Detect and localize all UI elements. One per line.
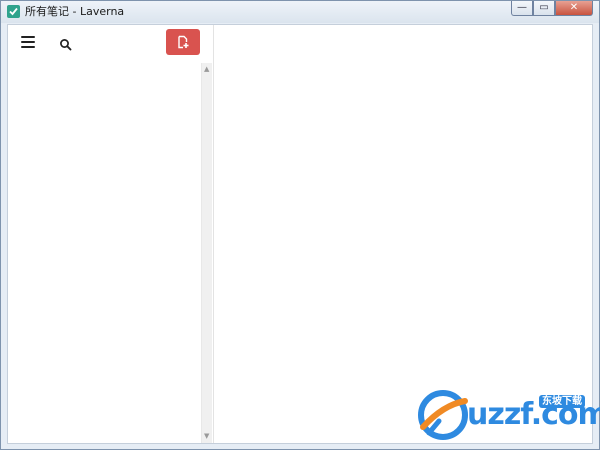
scroll-up-arrow-icon[interactable]: ▲ [204, 65, 209, 73]
notes-sidebar: ▲ ▼ [8, 25, 213, 443]
maximize-button[interactable]: ▭ [533, 1, 555, 16]
new-note-button[interactable] [166, 29, 200, 55]
laverna-app-icon [7, 5, 20, 18]
new-note-icon [178, 35, 189, 49]
window-title: 所有笔记 - Laverna [25, 5, 125, 18]
note-content-pane[interactable] [214, 25, 592, 443]
close-button[interactable]: ✕ [555, 1, 593, 16]
hamburger-menu-icon[interactable] [21, 36, 35, 50]
uzzf-watermark: uzzf.com 东坡下载 [415, 385, 600, 445]
sidebar-toolbar [8, 25, 213, 63]
scroll-down-arrow-icon[interactable]: ▼ [204, 432, 209, 440]
uzzf-logo-icon [418, 390, 468, 440]
app-window: 所有笔记 - Laverna — ▭ ✕ ▲ ▼ [0, 0, 600, 450]
window-controls: — ▭ ✕ [511, 1, 593, 17]
app-content: ▲ ▼ [7, 24, 593, 444]
minimize-button[interactable]: — [511, 1, 533, 16]
title-bar[interactable]: 所有笔记 - Laverna — ▭ ✕ [1, 1, 599, 23]
search-icon[interactable] [59, 37, 73, 51]
notes-list-scrollbar[interactable]: ▲ ▼ [201, 63, 212, 443]
notes-list[interactable] [8, 63, 201, 443]
watermark-badge: 东坡下载 [539, 395, 585, 408]
